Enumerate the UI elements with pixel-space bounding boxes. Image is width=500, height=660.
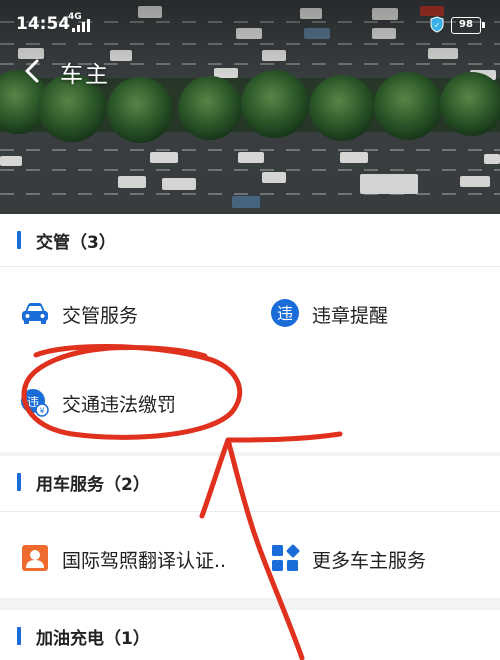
traffic-service-item[interactable]: 交管服务 — [20, 291, 220, 335]
id-card-icon — [22, 545, 48, 571]
car-icon — [22, 303, 48, 324]
section-header-car-services: 用车服务（2） — [0, 456, 500, 508]
shield-icon: ✓ — [430, 16, 444, 33]
more-owner-services-item[interactable]: 更多车主服务 — [270, 536, 470, 580]
item-label: 交管服务 — [62, 305, 139, 327]
section-gap — [0, 598, 500, 610]
violation-badge-icon: 违 — [271, 299, 299, 327]
fine-payment-icon: 违 ¥ — [21, 389, 49, 417]
section-accent-bar — [17, 473, 21, 491]
status-bar: 14:54 4G ✓ 98 — [0, 0, 500, 48]
section-accent-bar — [17, 231, 21, 249]
section-accent-bar — [17, 627, 21, 645]
item-label: 国际驾照翻译认证.. — [62, 550, 227, 572]
svg-text:¥: ¥ — [39, 407, 44, 416]
intl-license-translation-item[interactable]: 国际驾照翻译认证.. — [20, 536, 240, 580]
item-label: 违章提醒 — [312, 305, 389, 327]
divider — [0, 511, 500, 512]
item-label: 更多车主服务 — [312, 550, 427, 572]
status-time: 14:54 — [16, 14, 71, 34]
section-title: 加油充电（1） — [36, 629, 150, 649]
header-banner: 14:54 4G ✓ 98 车主 — [0, 0, 500, 214]
svg-text:违: 违 — [277, 304, 293, 323]
section-header-traffic: 交管（3） — [0, 214, 500, 266]
grid-apps-icon — [272, 544, 300, 571]
violation-reminder-item[interactable]: 违 违章提醒 — [270, 291, 470, 335]
section-title: 用车服务（2） — [36, 475, 150, 495]
svg-text:✓: ✓ — [434, 22, 440, 30]
signal-icon — [72, 18, 92, 32]
item-label: 交通违法缴罚 — [62, 394, 177, 416]
section-header-fuel-charging: 加油充电（1） — [0, 610, 500, 660]
section-title: 交管（3） — [36, 233, 116, 253]
page-title: 车主 — [60, 62, 110, 88]
back-arrow-icon[interactable] — [18, 56, 48, 86]
battery-indicator: 98 — [451, 17, 485, 34]
traffic-fine-payment-item[interactable]: 违 ¥ 交通违法缴罚 — [20, 380, 220, 424]
divider — [0, 266, 500, 267]
